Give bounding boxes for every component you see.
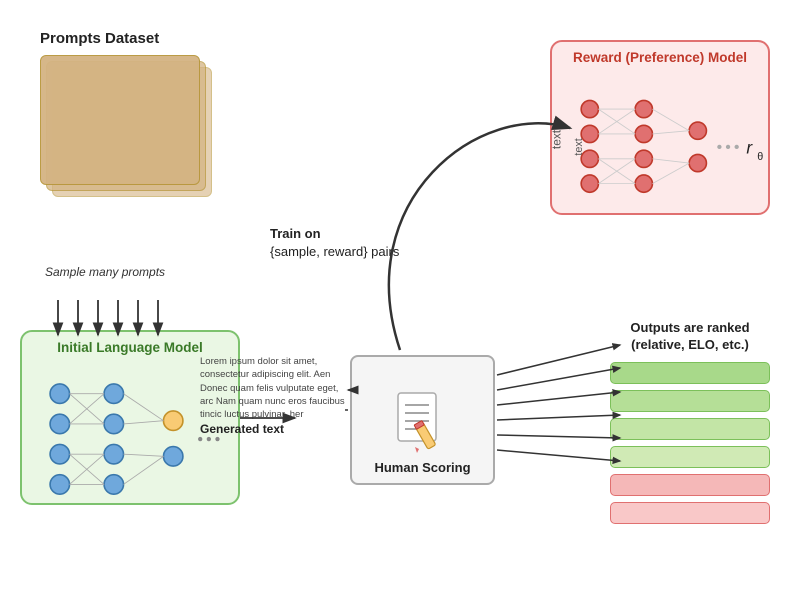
ranked-bar-5 xyxy=(610,474,770,496)
ranked-bar-6 xyxy=(610,502,770,524)
generated-text-content: Lorem ipsum dolor sit amet, consectetur … xyxy=(200,356,345,420)
diagram-container: Prompts Dataset Sample many prompts Init… xyxy=(0,0,800,604)
document-pencil-icon xyxy=(393,391,453,456)
reward-label: Reward (Preference) Model xyxy=(573,50,747,65)
stack-card-1 xyxy=(40,55,200,185)
train-line2: {sample, reward} pairs xyxy=(270,244,399,259)
sample-label: Sample many prompts xyxy=(45,265,165,279)
ranked-bar-2 xyxy=(610,390,770,412)
prompts-label: Prompts Dataset xyxy=(40,30,215,47)
ranked-bar-1 xyxy=(610,362,770,384)
ilm-label: Initial Language Model xyxy=(57,340,203,355)
train-text: Train on {sample, reward} pairs xyxy=(270,225,399,261)
generated-text-panel: Lorem ipsum dolor sit amet, consectetur … xyxy=(200,355,350,438)
ranked-label: Outputs are ranked (relative, ELO, etc.) xyxy=(610,320,770,354)
ranked-bar-4 xyxy=(610,446,770,468)
reward-box: Reward (Preference) Model text xyxy=(550,40,770,215)
svg-text:θ: θ xyxy=(757,151,763,163)
train-bold: Train on xyxy=(270,226,321,241)
generated-text-label: Generated text xyxy=(200,422,284,436)
scoring-label: Human Scoring xyxy=(374,460,470,475)
prompts-stack: Prompts Dataset xyxy=(40,30,215,200)
svg-text:text: text xyxy=(552,129,564,149)
ranked-bar-3 xyxy=(610,418,770,440)
svg-text:text: text xyxy=(573,138,585,155)
reward-nn-svg: text xyxy=(552,70,768,213)
human-scoring-box: Human Scoring xyxy=(350,355,495,485)
svg-text:r: r xyxy=(746,137,753,157)
ranked-container: Outputs are ranked (relative, ELO, etc.) xyxy=(610,320,770,530)
